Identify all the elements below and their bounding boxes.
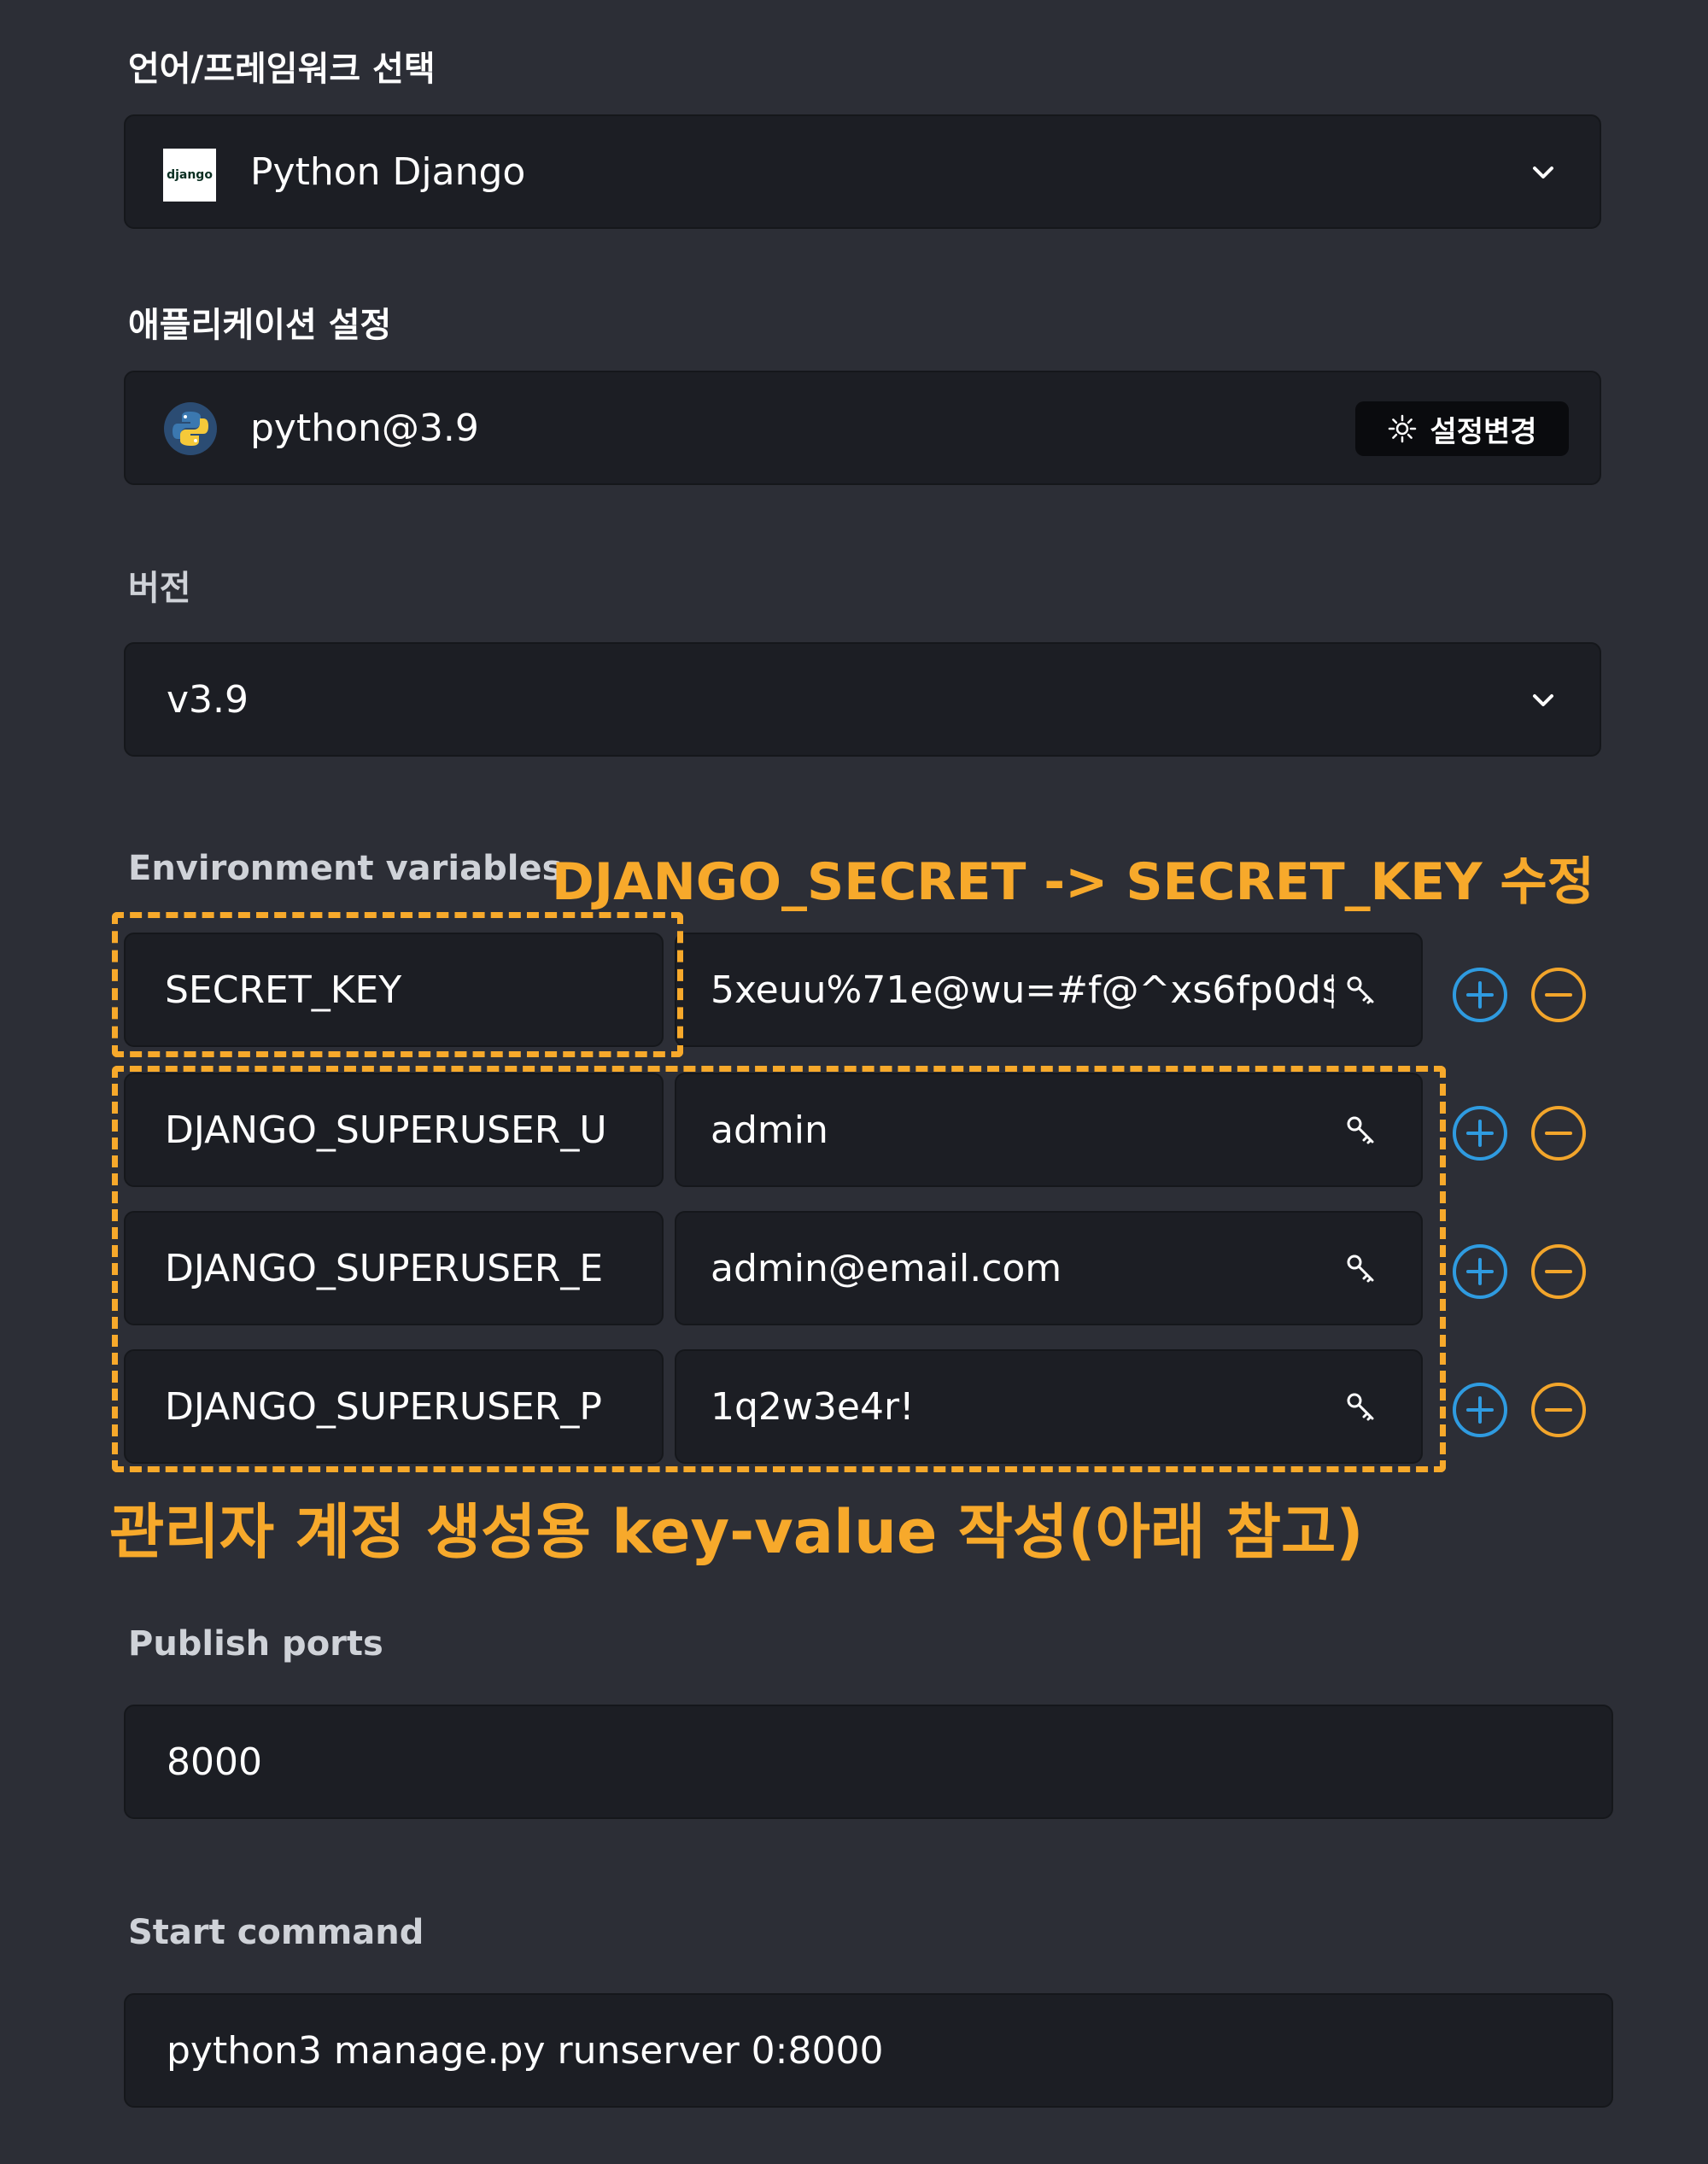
app-settings-label: 애플리케이션 설정 [128,306,392,345]
gear-icon [1389,414,1417,443]
secret-key-highlight [112,912,683,1057]
change-settings-label: 설정변경 [1430,414,1537,449]
minus-circle-icon[interactable] [1530,1382,1587,1438]
start-command-value: python3 manage.py runserver 0:8000 [167,2029,884,2073]
version-label: 버전 [128,569,191,608]
chevron-down-icon [1533,694,1553,706]
ports-value: 8000 [167,1740,262,1784]
ports-label: Publish ports [128,1624,383,1664]
change-settings-button[interactable]: 설정변경 [1355,401,1569,456]
framework-selected-value: Python Django [250,150,526,194]
version-select[interactable]: v3.9 [124,642,1601,757]
django-logo: django [163,149,216,202]
plus-circle-icon[interactable] [1452,1382,1508,1438]
minus-circle-icon[interactable] [1530,967,1587,1023]
superuser-annotation: 관리자 계정 생성용 key-value 작성(아래 참고) [109,1497,1364,1567]
python-logo [164,402,217,455]
start-command-input[interactable]: python3 manage.py runserver 0:8000 [124,1993,1613,2108]
env-value-input[interactable]: 5xeuu%71e@wu=#f@^xs6fp0d$ [675,933,1423,1047]
minus-circle-icon[interactable] [1530,1243,1587,1300]
env-value-text: 5xeuu%71e@wu=#f@^xs6fp0d$ [711,968,1334,1012]
framework-select[interactable]: django Python Django [124,114,1601,229]
app-settings-value: python@3.9 [250,406,479,450]
app-settings-field: python@3.9 설정변경 [124,371,1601,485]
chevron-down-icon [1533,167,1553,178]
plus-circle-icon[interactable] [1452,1243,1508,1300]
plus-circle-icon[interactable] [1452,967,1508,1023]
secret-annotation: DJANGO_SECRET -> SECRET_KEY 수정 [552,852,1594,912]
key-icon[interactable] [1344,974,1378,1008]
superuser-highlight [112,1066,1446,1472]
minus-circle-icon[interactable] [1530,1105,1587,1161]
ports-input[interactable]: 8000 [124,1705,1613,1819]
env-label: Environment variables [128,849,563,888]
version-selected-value: v3.9 [167,678,249,722]
plus-circle-icon[interactable] [1452,1105,1508,1161]
start-command-label: Start command [128,1913,424,1952]
framework-label: 언어/프레임워크 선택 [128,50,436,89]
